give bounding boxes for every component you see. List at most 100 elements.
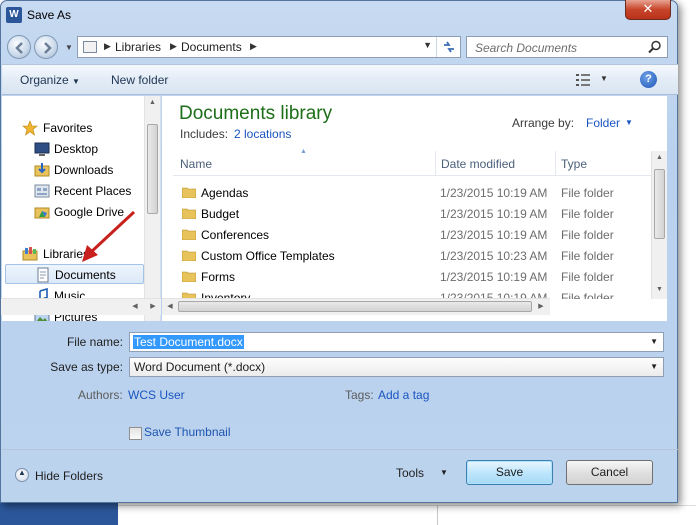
nav-favorites-label: Favorites [43,121,93,135]
file-list-horizontal-scrollbar[interactable]: ◀ ▶ [162,298,550,315]
address-bar[interactable]: ▶ Libraries ▶ Documents ▶ ▼ [77,36,461,58]
locations-link[interactable]: 2 locations [234,127,291,141]
recent-pages-dropdown[interactable]: ▼ [65,43,73,52]
refresh-button[interactable] [436,37,460,57]
organize-label: Organize [20,73,69,87]
footer-divider [2,449,678,450]
file-row[interactable]: Agendas 1/23/2015 10:19 AM File folder [173,182,653,203]
scrollbar-thumb[interactable] [147,124,158,214]
nav-pane-horizontal-scrollbar[interactable]: ◀ ▶ [1,298,161,315]
search-box[interactable]: Search Documents [466,36,668,58]
save-button[interactable]: Save [466,460,553,485]
nav-item-label: Downloads [54,163,114,177]
search-icon[interactable] [648,40,662,54]
scroll-left-icon[interactable]: ◀ [164,302,176,310]
scroll-right-icon[interactable]: ▶ [535,302,547,310]
file-row[interactable]: Conferences 1/23/2015 10:19 AM File fold… [173,224,653,245]
file-row[interactable]: Forms 1/23/2015 10:19 AM File folder [173,266,653,287]
nav-pane-scrollbar[interactable]: ▲ ▼ [144,96,160,321]
file-name-value: Test Document.docx [133,335,244,349]
file-date: 1/23/2015 10:23 AM [440,249,548,263]
arrange-by-dropdown[interactable]: Folder [586,116,620,130]
scroll-up-icon[interactable]: ▲ [652,154,667,161]
authors-field[interactable]: WCS User [128,388,185,402]
back-button[interactable] [7,35,31,59]
word-background [0,500,118,525]
column-divider[interactable] [435,151,436,175]
library-title: Documents library [179,103,333,124]
view-options-icon[interactable] [576,74,590,86]
new-folder-button[interactable]: New folder [111,73,168,87]
search-placeholder: Search Documents [475,41,578,55]
forward-button[interactable] [34,35,58,59]
title-bar: W Save As ✕ [1,0,677,31]
command-toolbar: Organize ▼ New folder ▼ ? [2,64,678,95]
annotation-arrow-icon [82,210,136,262]
nav-item-downloads[interactable]: Downloads [2,160,144,180]
file-row[interactable]: Budget 1/23/2015 10:19 AM File folder [173,203,653,224]
scroll-right-icon[interactable]: ▶ [147,302,159,310]
save-as-type-dropdown-icon[interactable]: ▼ [650,362,658,371]
nav-favorites[interactable]: Favorites [2,118,144,138]
scroll-down-icon[interactable]: ▼ [652,286,667,293]
column-name[interactable]: Name [180,157,212,171]
content-pane: Documents library Includes: 2 locations … [162,96,667,321]
dialog-title: Save As [27,8,72,22]
file-type: File folder [561,249,614,263]
help-icon[interactable]: ? [640,71,657,88]
tags-field[interactable]: Add a tag [378,388,429,402]
save-thumbnail-checkbox[interactable] [129,427,142,440]
folder-icon [182,187,196,198]
tools-button[interactable]: Tools [396,466,424,480]
folder-icon [182,271,196,282]
downloads-icon [34,163,50,177]
breadcrumb-libraries[interactable]: Libraries [115,40,161,54]
column-divider[interactable] [555,151,556,175]
address-dropdown-icon[interactable]: ▼ [423,40,432,50]
scrollbar-thumb[interactable] [654,169,665,239]
breadcrumb-separator-icon[interactable]: ▶ [170,41,177,52]
file-date: 1/23/2015 10:19 AM [440,186,548,200]
save-as-type-select[interactable]: Word Document (*.docx) ▼ [129,357,664,377]
tools-dropdown-icon[interactable]: ▼ [440,468,448,477]
arrange-dropdown-icon[interactable]: ▼ [625,118,633,127]
hide-folders-button[interactable]: Hide Folders [35,469,103,483]
document-divider [437,505,438,525]
file-name: Conferences [201,228,270,242]
save-thumbnail-label[interactable]: Save Thumbnail [144,425,231,439]
file-row[interactable]: Custom Office Templates 1/23/2015 10:23 … [173,245,653,266]
libraries-icon [22,247,38,261]
nav-item-label: Recent Places [54,184,132,198]
scroll-up-icon[interactable]: ▲ [145,99,160,106]
hide-folders-icon[interactable]: ▲ [15,468,29,482]
folder-icon [182,208,196,219]
nav-item-recent-places[interactable]: Recent Places [2,181,144,201]
file-list-scrollbar[interactable]: ▲ ▼ [651,151,667,299]
view-dropdown-icon[interactable]: ▼ [600,74,608,83]
save-as-type-label: Save as type: [50,360,123,374]
column-type[interactable]: Type [561,157,587,171]
recent-places-icon [34,184,50,198]
file-type: File folder [561,228,614,242]
scrollbar-thumb[interactable] [178,301,532,312]
organize-dropdown-icon: ▼ [72,77,80,86]
nav-item-label: Desktop [54,142,99,156]
tags-label: Tags: [345,388,374,402]
back-arrow-icon [15,42,23,54]
close-button[interactable]: ✕ [625,0,671,20]
file-name: Forms [201,270,235,284]
breadcrumb-separator-icon[interactable]: ▶ [250,41,257,52]
file-type: File folder [561,186,614,200]
scroll-left-icon[interactable]: ◀ [129,302,141,310]
document-background [118,505,696,525]
breadcrumb-separator-icon[interactable]: ▶ [104,41,111,52]
file-name-dropdown-icon[interactable]: ▼ [650,337,658,346]
column-date-modified[interactable]: Date modified [441,157,515,171]
nav-item-desktop[interactable]: Desktop [2,139,144,159]
file-name-input[interactable]: Test Document.docx ▼ [129,332,664,352]
breadcrumb-documents[interactable]: Documents [181,40,242,54]
organize-button[interactable]: Organize ▼ [20,73,80,87]
address-folder-icon [83,41,97,53]
cancel-button[interactable]: Cancel [566,460,653,485]
includes-label: Includes: [180,127,229,141]
